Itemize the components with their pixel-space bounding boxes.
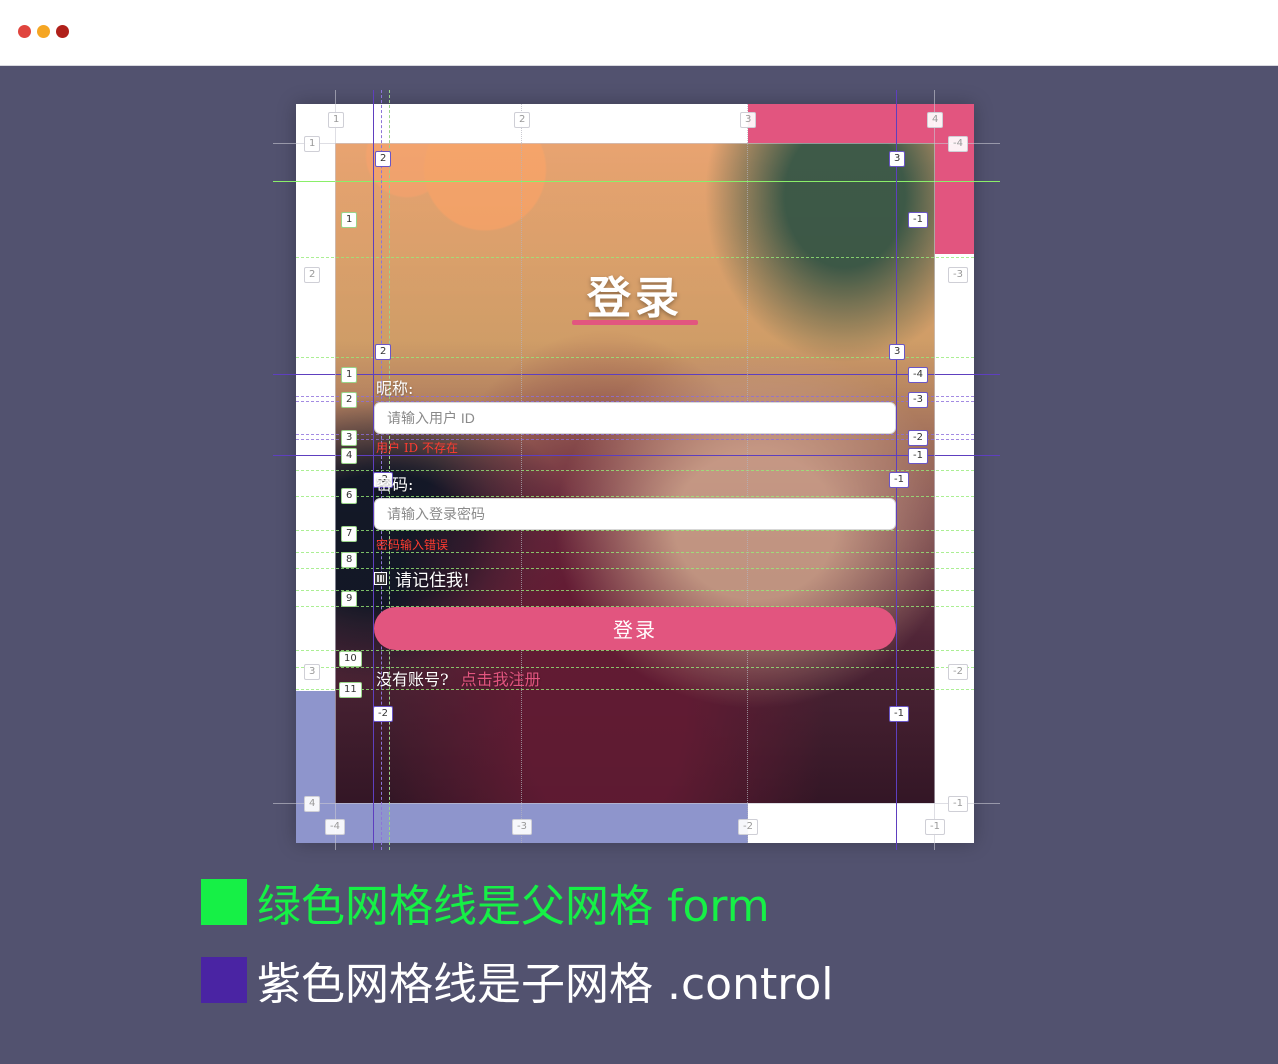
grid-line-number: 3 [341, 430, 358, 446]
outer-grid-line [273, 143, 1000, 144]
grid-line-number: -3 [512, 819, 532, 835]
child-grid-line [896, 90, 897, 850]
signup-link[interactable]: 点击我注册 [461, 670, 541, 689]
zoom-window-button[interactable] [56, 25, 69, 38]
child-grid-line [381, 90, 382, 850]
child-grid-line [296, 434, 974, 435]
grid-line-number: 6 [341, 488, 358, 504]
grid-line-number: 11 [339, 682, 362, 698]
outer-grid-line [934, 90, 935, 850]
grid-line-number: 8 [341, 552, 358, 568]
legend-child-text: 紫色网格线是子网格 .control [257, 959, 834, 1010]
password-label: 密码: [376, 475, 414, 494]
remember-me[interactable]: 请记住我! [374, 566, 470, 591]
title-underline [572, 320, 698, 325]
grid-line-number: 3 [740, 112, 757, 128]
grid-line-number: 10 [339, 651, 362, 667]
parent-grid-line [296, 530, 974, 531]
grid-line-number: 2 [514, 112, 531, 128]
outer-grid-line [747, 104, 748, 843]
parent-grid-line [296, 650, 974, 651]
grid-line-number: 9 [341, 591, 358, 607]
grid-line-number: 1 [328, 112, 345, 128]
signup-row: 没有账号? 点击我注册 [376, 666, 541, 690]
grid-line-number: -1 [908, 212, 928, 228]
grid-line-number: 2 [375, 344, 392, 360]
grid-line-number: -1 [889, 706, 909, 722]
background-photo [335, 143, 935, 803]
grid-line-number: 3 [304, 664, 321, 680]
login-button[interactable]: 登录 [374, 607, 896, 650]
password-error: 密码输入错误 [376, 538, 449, 552]
minimize-window-button[interactable] [37, 25, 50, 38]
grid-line-number: 1 [304, 136, 321, 152]
outer-grid-line [521, 104, 522, 843]
grid-line-number: 3 [889, 344, 906, 360]
close-window-button[interactable] [18, 25, 31, 38]
grid-line-number: -2 [738, 819, 758, 835]
grid-line-number: -3 [908, 392, 928, 408]
grid-line-number: -1 [908, 448, 928, 464]
grid-line-number: 4 [304, 796, 321, 812]
grid-line-number: 4 [341, 448, 358, 464]
legend-child-grid: 紫色网格线是子网格 .control [201, 948, 834, 1012]
parent-grid-line [389, 90, 390, 850]
legend-parent-grid: 绿色网格线是父网格 form [201, 870, 770, 934]
grid-line-number: 2 [375, 151, 392, 167]
grid-line-number: 2 [341, 392, 358, 408]
remember-label: 请记住我! [395, 571, 470, 591]
outer-grid-line [335, 90, 336, 850]
legend-parent-text: 绿色网格线是父网格 form [257, 881, 770, 932]
green-swatch [201, 879, 247, 925]
grid-line-number: 3 [889, 151, 906, 167]
grid-line-number: 4 [927, 112, 944, 128]
grid-line-number: -4 [325, 819, 345, 835]
parent-grid-line [273, 181, 1000, 182]
parent-grid-line [296, 496, 974, 497]
grid-line-number: -4 [948, 136, 968, 152]
parent-grid-line [296, 257, 974, 258]
outer-grid-line [273, 803, 1000, 804]
signup-prompt: 没有账号? [376, 670, 449, 689]
grid-line-number: 7 [341, 526, 358, 542]
grid-line-number: -2 [908, 430, 928, 446]
grid-line-number: -1 [925, 819, 945, 835]
grid-line-number: -2 [373, 706, 393, 722]
parent-grid-line [296, 357, 974, 358]
grid-line-number: -1 [889, 472, 909, 488]
grid-line-number: 1 [341, 367, 358, 383]
remember-checkbox[interactable] [374, 572, 387, 585]
child-grid-line [373, 90, 374, 850]
form-title: 登录 [587, 273, 683, 324]
grid-line-number: -4 [908, 367, 928, 383]
password-input[interactable] [374, 498, 896, 530]
nickname-input[interactable] [374, 402, 896, 434]
nickname-label: 昵称: [376, 379, 414, 398]
grid-line-number: 1 [341, 212, 358, 228]
grid-line-number: -1 [948, 796, 968, 812]
purple-swatch [201, 957, 247, 1003]
grid-line-number: -2 [948, 664, 968, 680]
nickname-error: 用户 ID 不存在 [376, 441, 458, 455]
window-titlebar [0, 0, 1278, 66]
